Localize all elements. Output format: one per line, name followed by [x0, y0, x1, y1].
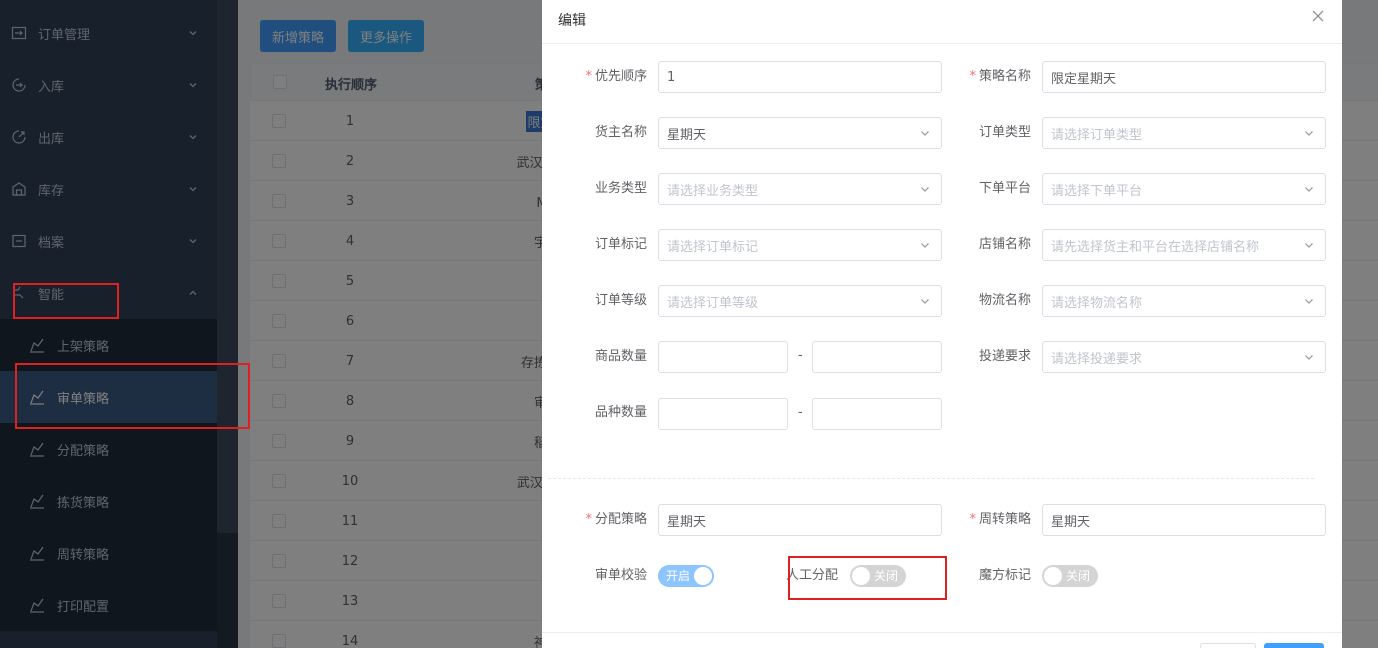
order-tag-select[interactable]: 请选择订单标记 — [658, 229, 942, 261]
select-placeholder: 请选择下单平台 — [1051, 183, 1143, 199]
select-placeholder: 请选择业务类型 — [667, 183, 759, 199]
select-placeholder: 请选择物流名称 — [1051, 295, 1143, 311]
priority-input[interactable]: 1 — [658, 61, 942, 93]
rubik-tag-label: 魔方标记 — [978, 568, 1031, 583]
allocation-label: * 分配策略 — [585, 512, 647, 527]
order-type-label: 订单类型 — [978, 125, 1031, 140]
business-type-label: 业务类型 — [594, 181, 647, 196]
goods-qty-label: 商品数量 — [594, 349, 647, 364]
chevron-down-icon — [1303, 183, 1315, 195]
dialog-title: 编辑 — [558, 13, 586, 29]
order-level-select[interactable]: 请选择订单等级 — [658, 285, 942, 317]
range-separator: - — [798, 405, 803, 420]
strategy-name-label: * 策略名称 — [969, 69, 1031, 84]
select-placeholder: 请选择订单标记 — [667, 239, 759, 255]
range-separator: - — [798, 348, 803, 363]
dialog-header: 编辑 — [542, 0, 1342, 44]
manual-alloc-toggle[interactable]: 关闭 — [850, 565, 906, 587]
toggle-knob — [1044, 567, 1062, 585]
owner-select[interactable]: 星期天 — [658, 117, 942, 149]
toggle-text: 关闭 — [1066, 569, 1091, 583]
audit-check-label: 审单校验 — [594, 568, 647, 583]
rubik-tag-toggle[interactable]: 关闭 — [1042, 565, 1098, 587]
section-divider — [548, 478, 1314, 479]
turnover-input[interactable]: 星期天 — [1042, 504, 1326, 536]
sku-qty-label: 品种数量 — [594, 405, 647, 420]
select-value: 星期天 — [667, 127, 707, 143]
shop-label: 店铺名称 — [978, 237, 1031, 252]
close-icon[interactable] — [1310, 8, 1326, 24]
chevron-down-icon — [1303, 127, 1315, 139]
cancel-button[interactable] — [1200, 643, 1256, 648]
edit-dialog: 编辑 * 优先顺序 1 * 策略名称 限定星期天 货主名称 星期天 订单类型 请选择… — [542, 0, 1342, 648]
select-placeholder: 请先选择货主和平台在选择店铺名称 — [1051, 239, 1260, 255]
order-tag-label: 订单标记 — [594, 237, 647, 252]
strategy-name-input[interactable]: 限定星期天 — [1042, 61, 1326, 93]
owner-label: 货主名称 — [594, 125, 647, 140]
toggle-text: 开启 — [666, 569, 691, 583]
select-placeholder: 请选择订单等级 — [667, 295, 759, 311]
order-level-label: 订单等级 — [594, 293, 647, 308]
shop-select[interactable]: 请先选择货主和平台在选择店铺名称 — [1042, 229, 1326, 261]
toggle-knob — [694, 567, 712, 585]
allocation-input[interactable]: 星期天 — [658, 504, 942, 536]
select-placeholder: 请选择订单类型 — [1051, 127, 1143, 143]
goods-qty-min-input[interactable] — [658, 341, 788, 373]
chevron-down-icon — [1303, 295, 1315, 307]
chevron-down-icon — [1303, 239, 1315, 251]
toggle-knob — [852, 567, 870, 585]
order-type-select[interactable]: 请选择订单类型 — [1042, 117, 1326, 149]
platform-select[interactable]: 请选择下单平台 — [1042, 173, 1326, 205]
chevron-down-icon — [1303, 351, 1315, 363]
logistics-label: 物流名称 — [978, 293, 1031, 308]
sku-qty-min-input[interactable] — [658, 398, 788, 430]
dialog-footer — [542, 632, 1342, 633]
turnover-label: * 周转策略 — [969, 512, 1031, 527]
logistics-select[interactable]: 请选择物流名称 — [1042, 285, 1326, 317]
manual-alloc-label: 人工分配 — [785, 568, 838, 583]
priority-label: * 优先顺序 — [585, 69, 647, 84]
delivery-label: 投递要求 — [978, 349, 1031, 364]
audit-check-toggle[interactable]: 开启 — [658, 565, 714, 587]
platform-label: 下单平台 — [978, 181, 1031, 196]
delivery-select[interactable]: 请选择投递要求 — [1042, 341, 1326, 373]
toggle-text: 关闭 — [874, 569, 899, 583]
business-type-select[interactable]: 请选择业务类型 — [658, 173, 942, 205]
select-placeholder: 请选择投递要求 — [1051, 351, 1143, 367]
sku-qty-max-input[interactable] — [812, 398, 942, 430]
confirm-button[interactable] — [1264, 643, 1324, 648]
